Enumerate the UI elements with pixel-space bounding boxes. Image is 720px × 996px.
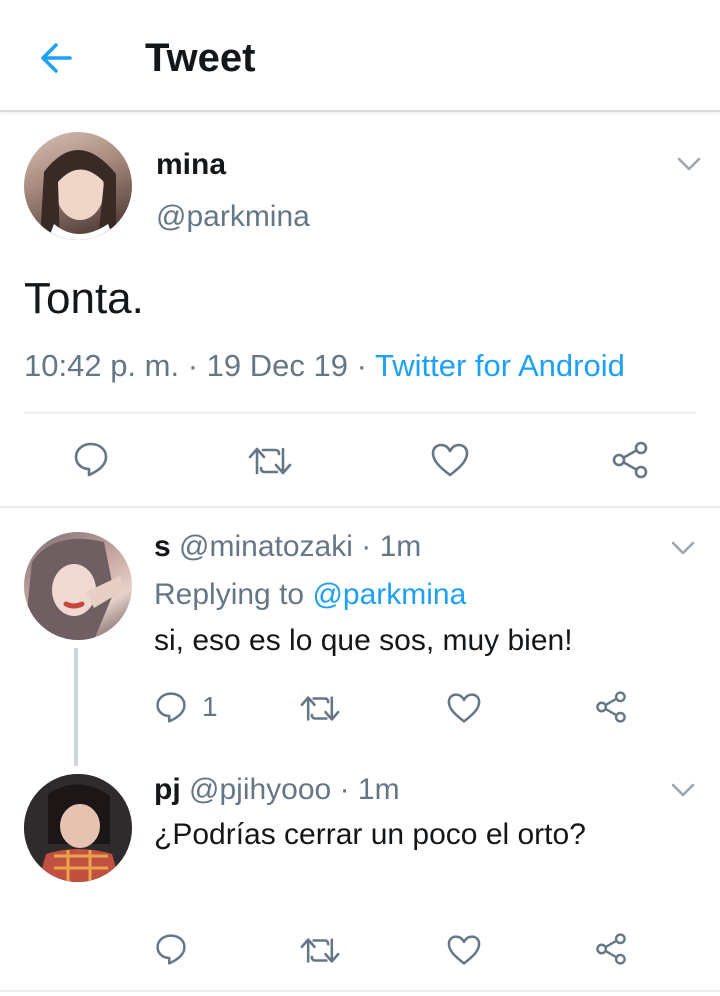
top-bar: Tweet bbox=[0, 0, 720, 112]
retweet-icon bbox=[300, 935, 340, 966]
like-icon bbox=[446, 934, 482, 966]
replying-to: Replying to @parkmina bbox=[154, 578, 467, 611]
share-button[interactable] bbox=[594, 690, 628, 724]
reply-icon bbox=[154, 690, 188, 724]
like-icon bbox=[430, 442, 470, 478]
divider bbox=[24, 412, 696, 413]
reply-text: ¿Podrías cerrar un poco el orto? bbox=[154, 818, 586, 851]
reply-age: 1m bbox=[379, 530, 422, 563]
reply-author-handle[interactable]: @pjihyooo bbox=[189, 773, 331, 806]
retweet-button[interactable] bbox=[300, 693, 340, 724]
tweet-author-name[interactable]: mina bbox=[156, 148, 226, 182]
avatar[interactable] bbox=[24, 132, 132, 240]
avatar[interactable] bbox=[24, 532, 132, 640]
tweet-author-handle[interactable]: @parkmina bbox=[156, 200, 310, 234]
reply-count: 1 bbox=[202, 691, 218, 722]
share-button[interactable] bbox=[594, 932, 628, 966]
avatar[interactable] bbox=[24, 774, 132, 882]
like-button[interactable] bbox=[446, 692, 482, 724]
retweet-icon bbox=[300, 693, 340, 724]
reply-author-name[interactable]: s bbox=[154, 530, 171, 563]
section-divider bbox=[0, 506, 720, 508]
share-icon bbox=[594, 690, 628, 724]
tweet-date: 19 Dec 19 bbox=[206, 348, 348, 383]
reply-author-name[interactable]: pj bbox=[154, 773, 181, 806]
share-icon bbox=[594, 932, 628, 966]
reply-icon bbox=[72, 440, 110, 478]
tweet-time: 10:42 p. m. bbox=[24, 348, 180, 383]
share-button[interactable] bbox=[610, 440, 650, 480]
reply-icon bbox=[154, 932, 188, 966]
reply-button[interactable]: 1 bbox=[154, 690, 218, 724]
retweet-button[interactable] bbox=[248, 444, 292, 478]
reply-header: s @minatozaki · 1m bbox=[154, 530, 422, 563]
tweet-text: Tonta. bbox=[24, 274, 144, 323]
share-icon bbox=[610, 440, 650, 480]
reply-header: pj @pjihyooo · 1m bbox=[154, 773, 400, 806]
section-divider bbox=[0, 990, 720, 992]
retweet-icon bbox=[248, 444, 292, 478]
page-title: Tweet bbox=[145, 36, 256, 80]
like-button[interactable] bbox=[430, 442, 470, 478]
back-arrow-icon[interactable] bbox=[36, 38, 76, 78]
reply-text: si, eso es lo que sos, muy bien! bbox=[154, 624, 573, 657]
chevron-down-icon[interactable] bbox=[670, 540, 696, 556]
reply-age: 1m bbox=[357, 773, 400, 806]
tweet-metadata: 10:42 p. m. · 19 Dec 19 · Twitter for An… bbox=[24, 348, 625, 383]
like-icon bbox=[446, 692, 482, 724]
reply-author-handle[interactable]: @minatozaki bbox=[179, 530, 353, 563]
thread-line bbox=[74, 648, 78, 766]
chevron-down-icon[interactable] bbox=[670, 782, 696, 798]
replying-to-link[interactable]: @parkmina bbox=[312, 578, 466, 611]
tweet-source-link[interactable]: Twitter for Android bbox=[375, 348, 625, 383]
chevron-down-icon[interactable] bbox=[676, 156, 702, 172]
reply-button[interactable] bbox=[154, 932, 188, 966]
retweet-button[interactable] bbox=[300, 935, 340, 966]
reply-button[interactable] bbox=[72, 440, 110, 478]
like-button[interactable] bbox=[446, 934, 482, 966]
